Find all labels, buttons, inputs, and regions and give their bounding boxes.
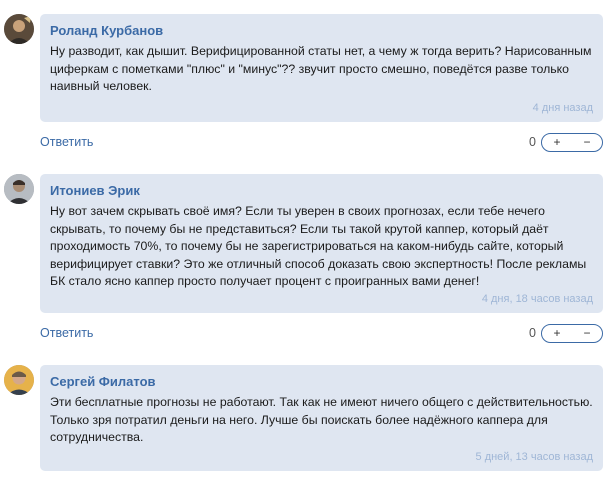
- comment-bubble: Сергей Филатов Эти бесплатные прогнозы н…: [40, 365, 603, 471]
- upvote-button[interactable]: +: [542, 325, 572, 342]
- avatar[interactable]: [4, 365, 34, 395]
- comment-bubble: Итониев Эрик Ну вот зачем скрывать своё …: [40, 174, 603, 313]
- comment-timestamp: 4 дня назад: [532, 102, 593, 114]
- reply-link[interactable]: Ответить: [40, 135, 93, 149]
- vote-controls: + −: [541, 133, 603, 152]
- comment-bubble: Роланд Курбанов Ну разводит, как дышит. …: [40, 14, 603, 122]
- comment-text: Эти бесплатные прогнозы не работают. Так…: [50, 395, 593, 444]
- comment-author[interactable]: Роланд Курбанов: [50, 22, 593, 40]
- vote-count: 0: [529, 135, 536, 149]
- vote-count: 0: [529, 326, 536, 340]
- downvote-button[interactable]: −: [572, 325, 602, 342]
- comment-author[interactable]: Итониев Эрик: [50, 182, 593, 200]
- comment-text: Ну вот зачем скрывать своё имя? Если ты …: [50, 204, 587, 288]
- vote-controls: + −: [541, 324, 603, 343]
- comment-author[interactable]: Сергей Филатов: [50, 373, 593, 391]
- avatar[interactable]: [4, 14, 34, 44]
- avatar[interactable]: [4, 174, 34, 204]
- comment-text: Ну разводит, как дышит. Верифицированной…: [50, 44, 592, 93]
- downvote-button[interactable]: −: [572, 134, 602, 151]
- comment-timestamp: 4 дня, 18 часов назад: [481, 293, 593, 305]
- upvote-button[interactable]: +: [542, 134, 572, 151]
- comment-timestamp: 5 дней, 13 часов назад: [475, 451, 593, 463]
- reply-link[interactable]: Ответить: [40, 326, 93, 340]
